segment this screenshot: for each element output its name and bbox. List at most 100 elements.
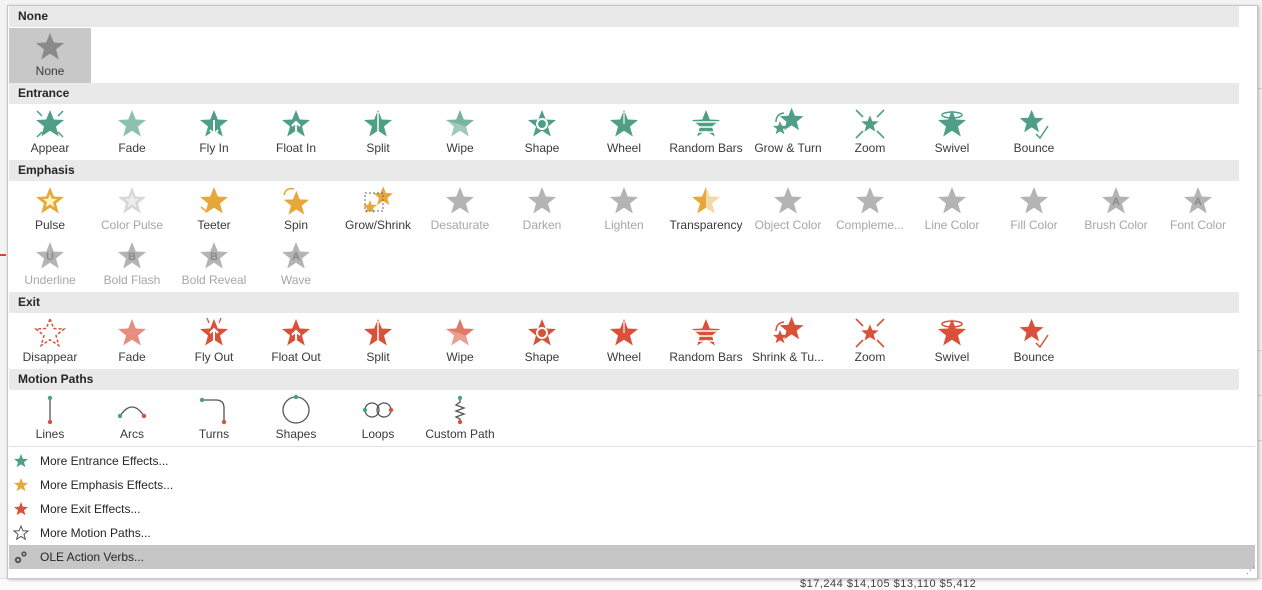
tile-label: Fly In (199, 141, 229, 155)
effect-none[interactable]: None (9, 28, 91, 83)
more-effects-menu: More Entrance Effects... More Emphasis Ef… (9, 447, 1255, 569)
exit-wipe[interactable]: Wipe (419, 314, 501, 369)
emphasis-teeter[interactable]: Teeter (173, 182, 255, 237)
exit-split[interactable]: Split (337, 314, 419, 369)
entrance-swivel[interactable]: Swivel (911, 105, 993, 160)
background-divider (1258, 350, 1262, 351)
entrance-bounce[interactable]: Bounce (993, 105, 1075, 160)
more-item-label: More Emphasis Effects... (40, 478, 174, 492)
tile-label: Brush Color (1084, 218, 1148, 232)
section-header-none: None (9, 6, 1239, 27)
animation-gallery: None Entrance Emphasis Exit Motion Paths… (7, 5, 1258, 579)
emphasis-line-color: Line Color (911, 182, 993, 237)
background-values: $17,244 $14,105 $13,110 $5,412 (800, 578, 977, 590)
tile-label: Wipe (446, 141, 474, 155)
tile-label: Grow & Turn (754, 141, 822, 155)
emphasis-pulse[interactable]: Pulse (9, 182, 91, 237)
entrance-appear[interactable]: Appear (9, 105, 91, 160)
svg-text:B: B (210, 251, 218, 263)
entrance-split[interactable]: Split (337, 105, 419, 160)
entrance-shape[interactable]: Shape (501, 105, 583, 160)
emphasis-object-color: Object Color (747, 182, 829, 237)
background-slide-edge (0, 254, 6, 256)
emphasis-darken: Darken (501, 182, 583, 237)
tile-label: Bold Flash (103, 273, 161, 287)
tile-label: Spin (283, 218, 309, 232)
tile-label: Wave (280, 273, 312, 287)
exit-swivel[interactable]: Swivel (911, 314, 993, 369)
more-item-label: OLE Action Verbs... (40, 550, 145, 564)
motion-lines[interactable]: Lines (9, 391, 91, 446)
exit-shrink-tu[interactable]: Shrink & Tu... (747, 314, 829, 369)
motion-turns[interactable]: Turns (173, 391, 255, 446)
exit-random-bars[interactable]: Random Bars (665, 314, 747, 369)
tile-label: Shrink & Tu... (751, 350, 825, 364)
tile-label: Split (366, 141, 390, 155)
emphasis-spin[interactable]: Spin (255, 182, 337, 237)
tile-label: Zoom (854, 350, 886, 364)
tile-label: Bounce (1013, 141, 1055, 155)
tile-label: Underline (24, 273, 76, 287)
tile-label: Compleme... (835, 218, 905, 232)
emphasis-font-color: A Font Color (1157, 182, 1239, 237)
exit-zoom[interactable]: Zoom (829, 314, 911, 369)
svg-text:B: B (128, 251, 136, 263)
motion-custom-path[interactable]: Custom Path (419, 391, 501, 446)
tile-label: Split (366, 350, 390, 364)
more-item-more-exit-effects[interactable]: More Exit Effects... (9, 497, 1255, 521)
tile-label: Lighten (604, 218, 644, 232)
section-header-emphasis: Emphasis (9, 160, 1239, 181)
motion-arcs[interactable]: Arcs (91, 391, 173, 446)
tile-label: Wipe (446, 350, 474, 364)
tile-label: Arcs (120, 427, 144, 441)
entrance-grow-turn[interactable]: Grow & Turn (747, 105, 829, 160)
entrance-wheel[interactable]: Wheel (583, 105, 665, 160)
emphasis-compleme: Compleme... (829, 182, 911, 237)
emphasis-color-pulse: Color Pulse (91, 182, 173, 237)
emphasis-grow-shrink[interactable]: Grow/Shrink (337, 182, 419, 237)
resize-grip-icon[interactable]: ⋰ (1246, 565, 1255, 576)
more-item-ole-action-verbs[interactable]: OLE Action Verbs... (9, 545, 1255, 569)
tile-label: Fly Out (194, 350, 234, 364)
exit-wheel[interactable]: Wheel (583, 314, 665, 369)
tile-label: Swivel (934, 141, 970, 155)
exit-fly-out[interactable]: Fly Out (173, 314, 255, 369)
emphasis-wave: A Wave (255, 237, 337, 292)
motion-shapes[interactable]: Shapes (255, 391, 337, 446)
tile-label: Desaturate (430, 218, 490, 232)
section-header-entrance: Entrance (9, 83, 1239, 104)
tile-label: Grow/Shrink (344, 218, 412, 232)
tile-label: Bold Reveal (181, 273, 247, 287)
entrance-random-bars[interactable]: Random Bars (665, 105, 747, 160)
tile-label: Zoom (854, 141, 886, 155)
tile-label: Random Bars (669, 350, 743, 364)
section-header-motion-paths: Motion Paths (9, 369, 1239, 390)
entrance-fly-in[interactable]: Fly In (173, 105, 255, 160)
tile-label: Custom Path (425, 427, 495, 441)
more-item-more-entrance-effects[interactable]: More Entrance Effects... (9, 449, 1255, 473)
entrance-float-in[interactable]: Float In (255, 105, 337, 160)
tile-label: Fade (118, 141, 146, 155)
more-item-more-emphasis-effects[interactable]: More Emphasis Effects... (9, 473, 1255, 497)
svg-text:A: A (1194, 196, 1202, 208)
more-item-more-motion-paths[interactable]: More Motion Paths... (9, 521, 1255, 545)
tile-label: Swivel (934, 350, 970, 364)
emphasis-brush-color: A Brush Color (1075, 182, 1157, 237)
exit-fade[interactable]: Fade (91, 314, 173, 369)
svg-text:U: U (46, 251, 54, 263)
tile-label: Bounce (1013, 350, 1055, 364)
tile-label: None (35, 64, 65, 78)
entrance-wipe[interactable]: Wipe (419, 105, 501, 160)
motion-loops[interactable]: Loops (337, 391, 419, 446)
tile-label: Transparency (669, 218, 743, 232)
exit-disappear[interactable]: Disappear (9, 314, 91, 369)
entrance-zoom[interactable]: Zoom (829, 105, 911, 160)
exit-shape[interactable]: Shape (501, 314, 583, 369)
exit-bounce[interactable]: Bounce (993, 314, 1075, 369)
exit-float-out[interactable]: Float Out (255, 314, 337, 369)
tile-label: Float In (275, 141, 317, 155)
emphasis-transparency[interactable]: Transparency (665, 182, 747, 237)
emphasis-bold-reveal: B Bold Reveal (173, 237, 255, 292)
entrance-fade[interactable]: Fade (91, 105, 173, 160)
svg-text:A: A (1112, 196, 1120, 208)
